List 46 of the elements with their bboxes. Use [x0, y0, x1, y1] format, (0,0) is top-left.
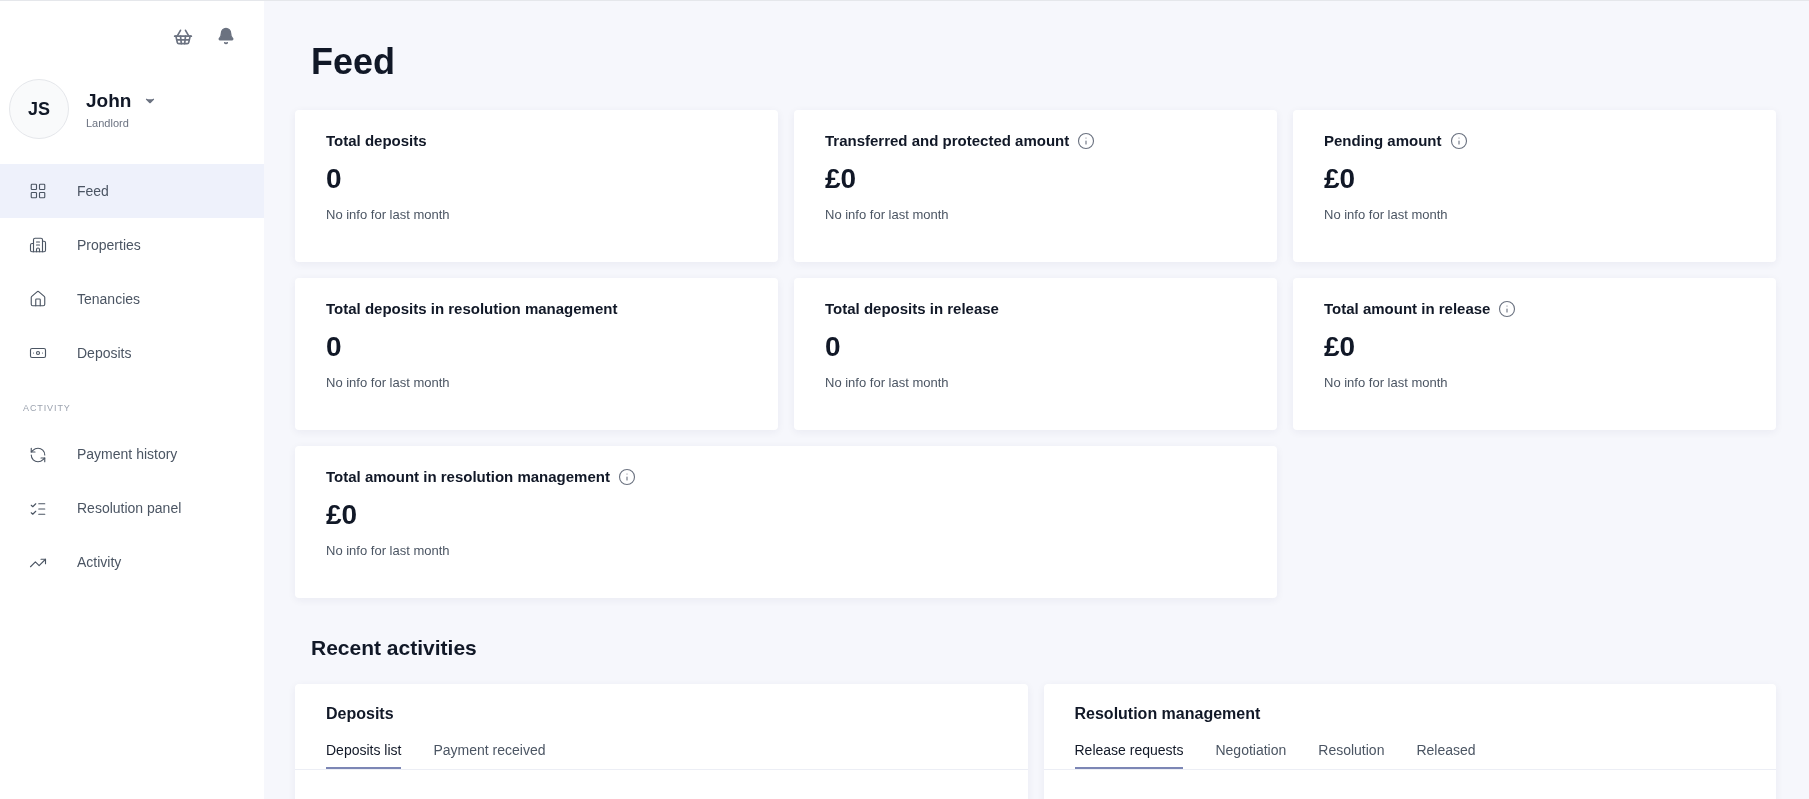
- panel-title: Resolution management: [1073, 703, 1262, 724]
- card-title: Pending amount: [1324, 131, 1442, 151]
- card-value: 0: [326, 161, 342, 196]
- card-value: £0: [1324, 329, 1356, 364]
- panel-tab[interactable]: Negotiation: [1215, 739, 1287, 769]
- section-title: Recent activities: [310, 635, 477, 661]
- card-value: 0: [825, 329, 841, 364]
- card-note: No info for last month: [825, 373, 949, 392]
- user-name[interactable]: John: [86, 86, 132, 115]
- page-title: Feed: [310, 40, 396, 84]
- house-icon: [29, 290, 47, 308]
- basket-icon[interactable]: [173, 27, 193, 47]
- card-note: No info for last month: [326, 205, 450, 224]
- card-note: No info for last month: [1324, 373, 1448, 392]
- nav-section-label: ACTIVITY: [22, 402, 71, 415]
- panel-title: Deposits: [325, 703, 395, 724]
- user-role: Landlord: [86, 116, 130, 131]
- card-title: Transferred and protected amount: [825, 131, 1070, 151]
- card-value: 0: [326, 329, 342, 364]
- info-icon[interactable]: [1498, 300, 1517, 319]
- avatar[interactable]: JS: [9, 79, 69, 139]
- card-note: No info for last month: [326, 373, 450, 392]
- refresh-icon: [29, 445, 47, 464]
- building-icon: [29, 236, 47, 254]
- bell-icon[interactable]: [217, 27, 235, 45]
- panel-tab[interactable]: Payment received: [433, 739, 546, 769]
- card-value: £0: [825, 161, 857, 196]
- info-icon[interactable]: [617, 468, 636, 487]
- info-icon[interactable]: [1449, 132, 1468, 151]
- card-value: £0: [326, 497, 358, 532]
- panel-tab[interactable]: Release requests: [1074, 739, 1184, 769]
- card-note: No info for last month: [326, 541, 450, 560]
- card-note: No info for last month: [1324, 205, 1448, 224]
- card-title: Total deposits in resolution management: [326, 299, 618, 319]
- panel-tab[interactable]: Resolution: [1318, 739, 1385, 769]
- panel-tab[interactable]: Deposits list: [326, 739, 402, 769]
- panel-tab[interactable]: Released: [1416, 739, 1476, 769]
- card-title: Total deposits in release: [825, 299, 999, 319]
- card-title: Total amount in resolution management: [326, 467, 610, 487]
- grid-icon: [29, 182, 47, 200]
- card-title: Total amount in release: [1324, 299, 1491, 319]
- card-note: No info for last month: [825, 205, 949, 224]
- card-value: £0: [1324, 161, 1356, 196]
- card-title: Total deposits: [326, 131, 427, 151]
- nav-item[interactable]: Feed: [0, 164, 264, 218]
- info-icon[interactable]: [1077, 132, 1096, 151]
